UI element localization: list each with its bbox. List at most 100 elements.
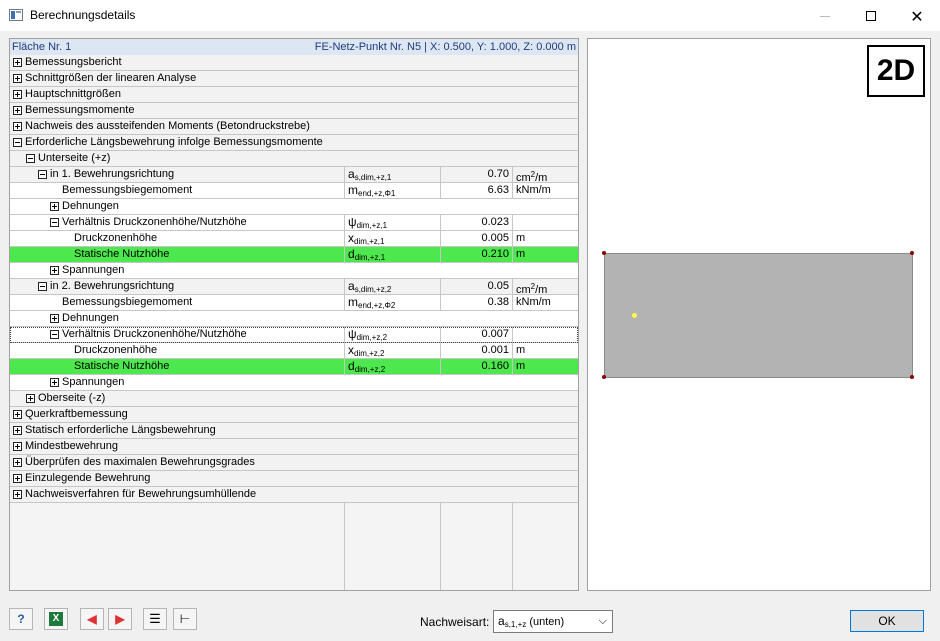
value-cell: 0.005 <box>440 231 512 246</box>
corner-node <box>910 375 914 379</box>
unit-cell: m <box>512 359 578 374</box>
tree-row-selected[interactable]: Verhältnis Druckzonenhöhe/Nutzhöhe ψdim,… <box>10 327 578 343</box>
previous-button[interactable]: ◀ <box>80 608 104 630</box>
tree-row[interactable]: Nachweisverfahren für Bewehrungsumhüllen… <box>10 487 578 503</box>
design-type-label: Nachweisart: <box>420 615 490 629</box>
tree-row[interactable]: Dehnungen <box>10 311 578 327</box>
symbol-cell: ψdim,+z,1 <box>344 215 440 230</box>
maximize-button[interactable] <box>848 0 894 32</box>
symbol-cell: ddim,+z,1 <box>344 247 440 262</box>
tree-row[interactable]: Mindestbewehrung <box>10 439 578 455</box>
excel-export-button[interactable]: X <box>44 608 68 630</box>
symbol-cell: mend,+z,Φ2 <box>344 295 440 310</box>
expand-icon[interactable] <box>13 122 22 131</box>
tree-row[interactable]: Nachweis des aussteifenden Moments (Beto… <box>10 119 578 135</box>
tree-row[interactable]: Spannungen <box>10 375 578 391</box>
symbol-cell: ddim,+z,2 <box>344 359 440 374</box>
unit-cell <box>512 215 578 230</box>
unit-cell: cm2/m <box>512 279 578 296</box>
chevron-down-icon: ⌵ <box>598 615 607 627</box>
tree-row[interactable]: in 1. Bewehrungsrichtung as,dim,+z,1 0.7… <box>10 167 578 184</box>
tree-row[interactable]: Schnittgrößen der linearen Analyse <box>10 71 578 87</box>
tree-row[interactable]: Spannungen <box>10 263 578 279</box>
collapse-icon[interactable] <box>50 218 59 227</box>
app-icon <box>9 9 23 21</box>
close-button[interactable]: ✕ <box>894 0 940 32</box>
collapse-icon[interactable] <box>50 330 59 339</box>
expand-icon[interactable] <box>13 426 22 435</box>
mesh-point-label: FE-Netz-Punkt Nr. N5 | X: 0.500, Y: 1.00… <box>314 41 576 53</box>
value-cell: 0.007 <box>440 327 512 342</box>
expand-icon[interactable] <box>13 458 22 467</box>
tree-row[interactable]: Erforderliche Längsbewehrung infolge Bem… <box>10 135 578 151</box>
expand-icon[interactable] <box>26 394 35 403</box>
expand-icon[interactable] <box>50 202 59 211</box>
ok-button[interactable]: OK <box>850 610 924 632</box>
next-button[interactable]: ▶ <box>108 608 132 630</box>
unit-cell: kNm/m <box>512 295 578 310</box>
tree-row[interactable]: Hauptschnittgrößen <box>10 87 578 103</box>
tree-row[interactable]: Verhältnis Druckzonenhöhe/Nutzhöhe ψdim,… <box>10 215 578 231</box>
tree-row[interactable]: Druckzonenhöhe xdim,+z,2 0.001 m <box>10 343 578 359</box>
unit-cell <box>512 327 578 342</box>
corner-node <box>602 375 606 379</box>
expand-icon[interactable] <box>50 314 59 323</box>
unit-cell: m <box>512 247 578 262</box>
unit-cell: m <box>512 343 578 358</box>
tree-row[interactable]: Druckzonenhöhe xdim,+z,1 0.005 m <box>10 231 578 247</box>
help-button[interactable]: ? <box>9 608 33 630</box>
tree-row[interactable]: Statisch erforderliche Längsbewehrung <box>10 423 578 439</box>
view-2d-badge[interactable]: 2D <box>867 45 925 97</box>
expand-icon[interactable] <box>13 410 22 419</box>
tree-row[interactable]: Unterseite (+z) <box>10 151 578 167</box>
list-icon: ☰ <box>149 611 161 626</box>
tree-row[interactable]: Bemessungsbiegemoment mend,+z,Φ1 6.63 kN… <box>10 183 578 199</box>
design-type-select[interactable]: as,1,+z (unten) ⌵ <box>493 610 613 633</box>
minimize-button[interactable] <box>802 0 848 32</box>
symbol-cell: ψdim,+z,2 <box>344 327 440 342</box>
tree-row-highlighted[interactable]: Statische Nutzhöhe ddim,+z,2 0.160 m <box>10 359 578 375</box>
table-empty-area <box>10 503 578 590</box>
tree-row-highlighted[interactable]: Statische Nutzhöhe ddim,+z,1 0.210 m <box>10 247 578 263</box>
tree-view-button[interactable]: ⊢ <box>173 608 197 630</box>
corner-node <box>602 251 606 255</box>
tree-row[interactable]: Oberseite (-z) <box>10 391 578 407</box>
list-view-button[interactable]: ☰ <box>143 608 167 630</box>
collapse-icon[interactable] <box>38 282 47 291</box>
expand-icon[interactable] <box>13 442 22 451</box>
expand-icon[interactable] <box>13 490 22 499</box>
expand-icon[interactable] <box>13 474 22 483</box>
collapse-icon[interactable] <box>13 138 22 147</box>
close-icon: ✕ <box>910 6 924 26</box>
graphic-panel: 2D <box>587 38 931 591</box>
window-title: Berechnungsdetails <box>30 8 136 22</box>
collapse-icon[interactable] <box>38 170 47 179</box>
collapse-icon[interactable] <box>26 154 35 163</box>
symbol-cell: xdim,+z,1 <box>344 231 440 246</box>
value-cell: 0.38 <box>440 295 512 310</box>
value-cell: 0.001 <box>440 343 512 358</box>
tree-row[interactable]: in 2. Bewehrungsrichtung as,dim,+z,2 0.0… <box>10 279 578 296</box>
tree-row[interactable]: Überprüfen des maximalen Bewehrungsgrade… <box>10 455 578 471</box>
tree-row[interactable]: Querkraftbemessung <box>10 407 578 423</box>
tree-row[interactable]: Bemessungsmomente <box>10 103 578 119</box>
expand-icon[interactable] <box>50 378 59 387</box>
symbol-cell: mend,+z,Φ1 <box>344 183 440 198</box>
value-cell: 0.160 <box>440 359 512 374</box>
expand-icon[interactable] <box>13 58 22 67</box>
arrow-left-icon: ◀ <box>87 612 97 626</box>
tree-row[interactable]: Bemessungsbiegemoment mend,+z,Φ2 0.38 kN… <box>10 295 578 311</box>
cross-section-shape <box>604 253 913 378</box>
footer-bar: ? X ◀ ▶ ☰ ⊢ Nachweisart: as,1,+z (unten)… <box>0 600 940 641</box>
results-table: Fläche Nr. 1 FE-Netz-Punkt Nr. N5 | X: 0… <box>9 38 579 591</box>
expand-icon[interactable] <box>13 74 22 83</box>
maximize-icon <box>866 11 876 21</box>
tree-row[interactable]: Einzulegende Bewehrung <box>10 471 578 487</box>
expand-icon[interactable] <box>13 90 22 99</box>
expand-icon[interactable] <box>13 106 22 115</box>
expand-icon[interactable] <box>50 266 59 275</box>
tree-row[interactable]: Bemessungsbericht <box>10 55 578 71</box>
table-header: Fläche Nr. 1 FE-Netz-Punkt Nr. N5 | X: 0… <box>10 39 578 55</box>
symbol-cell: xdim,+z,2 <box>344 343 440 358</box>
tree-row[interactable]: Dehnungen <box>10 199 578 215</box>
